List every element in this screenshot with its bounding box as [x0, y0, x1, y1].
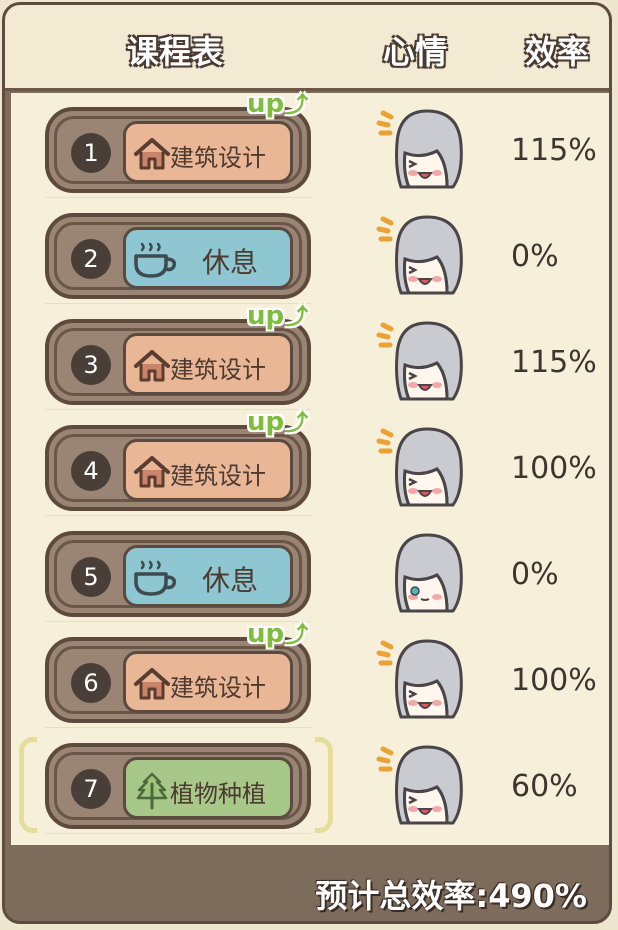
course-tile[interactable]: 休息	[123, 545, 293, 607]
up-badge: up⤴	[247, 299, 308, 331]
period-number: 3	[71, 345, 111, 385]
up-badge: up⤴	[247, 617, 308, 649]
course-tile[interactable]: 建筑设计	[123, 121, 293, 183]
schedule-row: 3 建筑设计 up⤴ 115%	[11, 301, 609, 411]
schedule-row: 2 休息 0%	[11, 199, 609, 305]
schedule-row: 6 建筑设计 up⤴ 100%	[11, 619, 609, 729]
mood-face-icon	[375, 527, 475, 617]
house-icon	[132, 346, 172, 386]
up-label: up	[247, 407, 285, 437]
course-slot[interactable]: 4 建筑设计	[45, 425, 311, 511]
period-number: 4	[71, 451, 111, 491]
row-divider	[45, 833, 311, 834]
course-name: 建筑设计	[170, 674, 266, 702]
row-divider	[45, 197, 311, 198]
mood-face-icon	[375, 421, 475, 511]
up-arrow-icon: ⤴	[286, 305, 309, 330]
efficiency-value: 115%	[511, 345, 597, 380]
period-number: 7	[71, 769, 111, 809]
schedule-row: 1 建筑设计 up⤴ 115%	[11, 89, 609, 199]
course-name: 植物种植	[170, 780, 266, 808]
header-mood: 心情	[383, 33, 448, 71]
course-tile[interactable]: 植物种植	[123, 757, 293, 819]
efficiency-value: 100%	[511, 451, 597, 486]
house-icon	[132, 452, 172, 492]
up-badge: up⤴	[247, 87, 308, 119]
course-slot[interactable]: 3 建筑设计	[45, 319, 311, 405]
row-divider	[45, 727, 311, 728]
house-icon	[132, 664, 172, 704]
selection-bracket-left	[19, 737, 37, 833]
efficiency-value: 100%	[511, 663, 597, 698]
header-schedule: 课程表	[127, 33, 224, 71]
course-slot[interactable]: 7 植物种植	[45, 743, 311, 829]
efficiency-value: 60%	[511, 769, 578, 804]
course-tile[interactable]: 建筑设计	[123, 651, 293, 713]
total-efficiency: 预计总效率:490%	[315, 877, 587, 915]
schedule-panel: 课程表 心情 效率 1 建筑设计 up⤴ 115% 2 休息 0% 3 建筑设计 up⤴ 115% 4…	[2, 2, 612, 924]
course-tile[interactable]: 休息	[123, 227, 293, 289]
tree-icon	[132, 770, 172, 810]
course-name: 建筑设计	[170, 144, 266, 172]
course-name: 休息	[202, 564, 259, 597]
efficiency-value: 115%	[511, 133, 597, 168]
up-label: up	[247, 619, 285, 649]
course-slot[interactable]: 1 建筑设计	[45, 107, 311, 193]
table-header: 课程表 心情 效率	[5, 5, 609, 91]
course-name: 休息	[202, 246, 259, 279]
up-arrow-icon: ⤴	[286, 623, 309, 648]
schedule-row: 7 植物种植 60%	[11, 729, 609, 835]
mood-face-icon	[375, 103, 475, 193]
mood-face-icon	[375, 739, 475, 829]
mood-face-icon	[375, 633, 475, 723]
footer-bar: 预计总效率:490%	[5, 849, 609, 921]
schedule-row: 5 休息 0%	[11, 517, 609, 623]
course-name: 建筑设计	[170, 462, 266, 490]
efficiency-value: 0%	[511, 239, 559, 274]
course-slot[interactable]: 2 休息	[45, 213, 311, 299]
period-number: 2	[71, 239, 111, 279]
mood-face-icon	[375, 315, 475, 405]
up-arrow-icon: ⤴	[286, 411, 309, 436]
header-efficiency: 效率	[525, 33, 590, 71]
up-label: up	[247, 301, 285, 331]
schedule-list: 1 建筑设计 up⤴ 115% 2 休息 0% 3 建筑设计 up⤴ 115% 4 建筑设计 up⤴ 100…	[11, 89, 609, 845]
period-number: 5	[71, 557, 111, 597]
house-icon	[132, 134, 172, 174]
schedule-row: 4 建筑设计 up⤴ 100%	[11, 407, 609, 517]
mood-face-icon	[375, 209, 475, 299]
period-number: 6	[71, 663, 111, 703]
row-divider	[45, 515, 311, 516]
period-number: 1	[71, 133, 111, 173]
efficiency-value: 0%	[511, 557, 559, 592]
course-tile[interactable]: 建筑设计	[123, 333, 293, 395]
up-label: up	[247, 89, 285, 119]
course-name: 建筑设计	[170, 356, 266, 384]
course-slot[interactable]: 6 建筑设计	[45, 637, 311, 723]
coffee-cup-icon	[132, 240, 177, 280]
selection-bracket-right	[315, 737, 333, 833]
up-arrow-icon: ⤴	[286, 93, 309, 118]
course-tile[interactable]: 建筑设计	[123, 439, 293, 501]
up-badge: up⤴	[247, 405, 308, 437]
coffee-cup-icon	[132, 558, 177, 598]
course-slot[interactable]: 5 休息	[45, 531, 311, 617]
